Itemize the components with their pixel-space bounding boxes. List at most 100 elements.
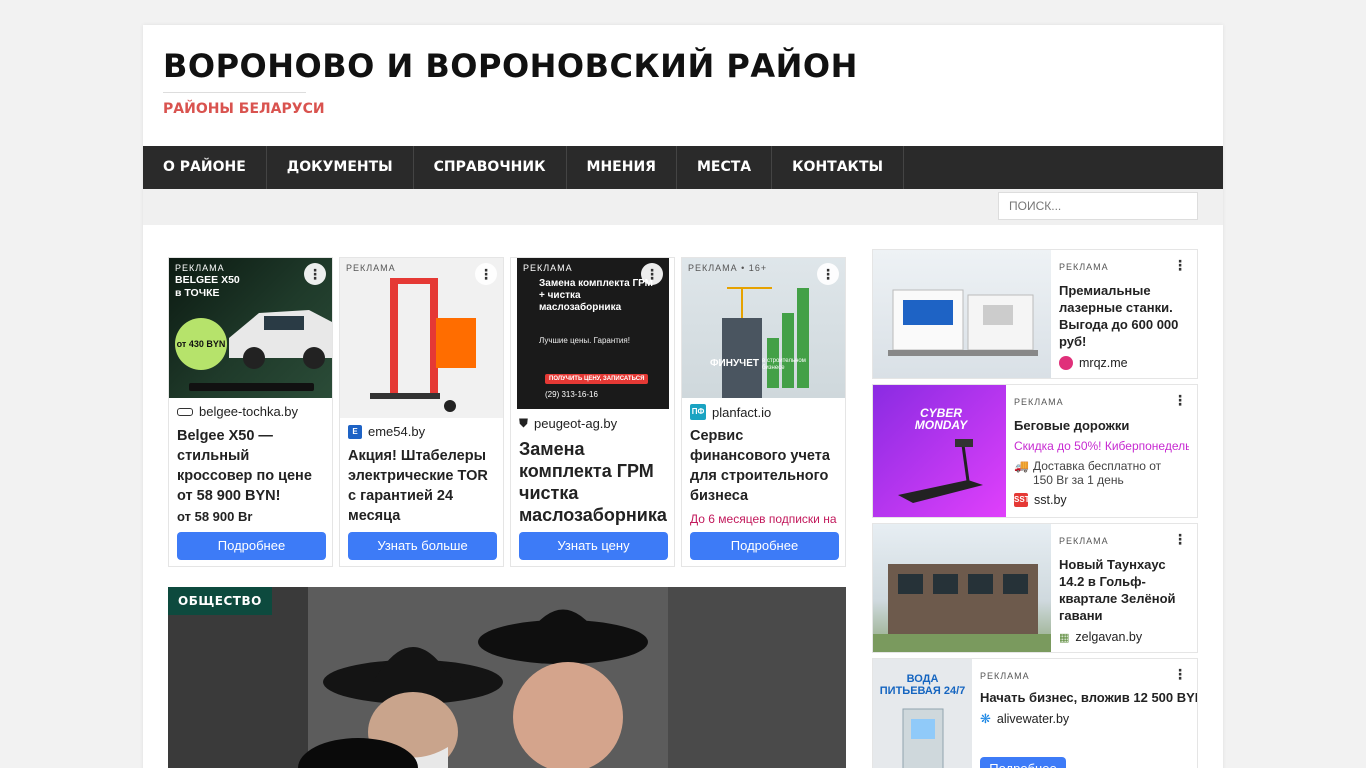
mrqz-logo-icon <box>1059 356 1073 370</box>
ad-domain-text: belgee-tochka.by <box>199 404 299 419</box>
nav-item-about[interactable]: О РАЙОНЕ <box>143 146 267 189</box>
side-ad-image[interactable]: ВОДА ПИТЬЕВАЯ 24/7 <box>873 659 972 768</box>
belgee-logo-icon <box>177 407 193 416</box>
side-ad-title[interactable]: Начать бизнес, вложив 12 500 BYN! <box>980 689 1197 706</box>
more-options-icon[interactable]: ⋮ <box>1169 528 1191 550</box>
featured-article[interactable]: ОБЩЕСТВО <box>168 587 846 768</box>
side-ad-domain[interactable]: ▦ zelgavan.by <box>1059 630 1142 644</box>
side-ad-domain-text: zelgavan.by <box>1075 630 1143 644</box>
ad-image[interactable]: РЕКЛАМА Замена комплекта ГРМ + чистка ма… <box>517 258 669 409</box>
side-ad-title[interactable]: Премиальные лазерные станки. Выгода до 6… <box>1059 282 1187 350</box>
ad-label: РЕКЛАМА <box>1014 397 1064 407</box>
side-ad-domain-text: mrqz.me <box>1079 356 1128 370</box>
more-options-icon[interactable]: ⋮ <box>1169 254 1191 276</box>
sst-logo-icon: SST <box>1014 493 1030 507</box>
side-ad-domain-text: alivewater.by <box>996 712 1070 726</box>
ad-title[interactable]: Belgee X50 — стильный кроссовер по цене … <box>177 426 326 506</box>
side-ad-domain[interactable]: ❋ alivewater.by <box>980 711 1069 727</box>
side-ad-cta-button[interactable]: Подробнее <box>980 757 1066 768</box>
more-options-icon[interactable]: ⋮ <box>1169 389 1191 411</box>
laser-machine-illustration <box>888 289 1038 356</box>
alivewater-logo-icon: ❋ <box>980 711 991 726</box>
nav-item-documents[interactable]: ДОКУМЕНТЫ <box>267 146 414 189</box>
main-nav: О РАЙОНЕ ДОКУМЕНТЫ СПРАВОЧНИК МНЕНИЯ МЕС… <box>143 146 1223 189</box>
side-ad[interactable]: РЕКЛАМА ⋮ Премиальные лазерные станки. В… <box>872 249 1198 379</box>
ad-label: РЕКЛАМА <box>1059 536 1109 546</box>
site-title[interactable]: ВОРОНОВО И ВОРОНОВСКИЙ РАЙОН <box>163 47 858 85</box>
search-bar <box>143 189 1223 225</box>
planfact-logo-icon: ПФ <box>690 404 706 420</box>
ad-note: До 6 месяцев подписки на <box>690 512 837 526</box>
ad-card[interactable]: РЕКЛАМА Замена комплекта ГРМ + чистка ма… <box>510 257 675 567</box>
more-options-icon[interactable]: ⋮ <box>475 263 497 285</box>
subtitle-divider <box>163 92 306 93</box>
ad-label: РЕКЛАМА • 16+ <box>688 263 768 273</box>
treadmill-illustration <box>898 439 983 503</box>
eme-logo-icon: E <box>348 424 362 439</box>
side-ad-delivery: 🚚 Доставка бесплатно от 150 Br за 1 день <box>1014 459 1164 487</box>
ad-label: РЕКЛАМА <box>980 671 1030 681</box>
ad-domain-text: eme54.by <box>368 424 426 439</box>
ad-domain[interactable]: E eme54.by <box>348 424 425 439</box>
ad-domain[interactable]: ⛊ peugeot-ag.by <box>519 416 617 431</box>
ad-title[interactable]: Акция! Штабелеры электрические TOR с гар… <box>348 446 497 526</box>
ad-domain-text: peugeot-ag.by <box>534 416 618 431</box>
truck-icon: 🚚 <box>1014 459 1029 473</box>
water-machine-illustration <box>902 708 944 768</box>
ad-card[interactable]: РЕКЛАМА • 16+ ФИНУЧЕТ в строительном биз… <box>681 257 846 567</box>
ad-label: РЕКЛАМА <box>346 263 396 273</box>
ad-domain-text: planfact.io <box>712 404 772 420</box>
ad-image[interactable]: РЕКЛАМА • 16+ ФИНУЧЕТ в строительном биз… <box>682 258 845 398</box>
site-subtitle[interactable]: РАЙОНЫ БЕЛАРУСИ <box>163 101 325 117</box>
side-ad-domain[interactable]: mrqz.me <box>1059 356 1128 370</box>
ad-domain[interactable]: ПФ planfact.io <box>690 404 771 420</box>
ad-image-subtext: в строительном бизнесе <box>762 358 806 371</box>
ad-cta-button[interactable]: Узнать цену <box>519 532 668 560</box>
ad-domain[interactable]: belgee-tochka.by <box>177 404 298 419</box>
side-ad[interactable]: РЕКЛАМА ⋮ Новый Таунхаус 14.2 в Гольф-кв… <box>872 523 1198 653</box>
ad-price: от 58 900 Br <box>177 509 253 524</box>
ad-card[interactable]: РЕКЛАМА BELGEE X50 в ТОЧКЕ от 430 BYN ⋮ … <box>168 257 333 567</box>
nav-item-directory[interactable]: СПРАВОЧНИК <box>414 146 567 189</box>
ad-image-cta: ПОЛУЧИТЬ ЦЕНУ, ЗАПИСАТЬСЯ <box>545 374 649 384</box>
nav-item-opinions[interactable]: МНЕНИЯ <box>567 146 677 189</box>
nav-item-contacts[interactable]: КОНТАКТЫ <box>772 146 905 189</box>
more-options-icon[interactable]: ⋮ <box>1169 663 1191 685</box>
ad-card[interactable]: РЕКЛАМА ⋮ E eme54.by Акция! Штабелеры эл… <box>339 257 504 567</box>
ad-image-headline: BELGEE X50 в ТОЧКЕ <box>175 274 240 299</box>
side-ad-delivery-text: Доставка бесплатно от 150 Br за 1 день <box>1032 459 1162 487</box>
ad-cta-button[interactable]: Подробнее <box>177 532 326 560</box>
ad-image[interactable]: РЕКЛАМА BELGEE X50 в ТОЧКЕ от 430 BYN ⋮ <box>169 258 332 398</box>
side-ad-image[interactable] <box>873 524 1051 652</box>
side-ad-promo: Скидка до 50%! Киберпонедельник <box>1014 439 1189 453</box>
more-options-icon[interactable]: ⋮ <box>641 263 663 285</box>
more-options-icon[interactable]: ⋮ <box>304 263 326 285</box>
more-options-icon[interactable]: ⋮ <box>817 263 839 285</box>
side-ad-domain[interactable]: SST sst.by <box>1014 493 1067 507</box>
ad-image-headline: Замена комплекта ГРМ + чистка маслозабор… <box>539 278 654 313</box>
ad-price-badge: от 430 BYN <box>175 318 227 370</box>
ad-image-phone: (29) 313-16-16 <box>545 390 598 399</box>
side-ad-image[interactable]: CYBER MONDAY <box>873 385 1006 517</box>
category-badge[interactable]: ОБЩЕСТВО <box>168 587 272 615</box>
ad-title[interactable]: Сервис финансового учета для строительно… <box>690 426 839 506</box>
ad-image-subtext: Лучшие цены. Гарантия! <box>539 336 630 345</box>
ad-image[interactable]: РЕКЛАМА ⋮ <box>340 258 503 418</box>
ad-title[interactable]: Замена комплекта ГРМ чистка маслозаборни… <box>519 438 668 526</box>
side-ad[interactable]: ВОДА ПИТЬЕВАЯ 24/7 РЕКЛАМА ⋮ Начать бизн… <box>872 658 1198 768</box>
zelgavan-logo-icon: ▦ <box>1059 631 1070 644</box>
side-ad-title[interactable]: Новый Таунхаус 14.2 в Гольф-квартале Зел… <box>1059 556 1187 624</box>
ad-label: РЕКЛАМА <box>1059 262 1109 272</box>
ad-cta-button[interactable]: Подробнее <box>690 532 839 560</box>
ad-cta-button[interactable]: Узнать больше <box>348 532 497 560</box>
nav-item-places[interactable]: МЕСТА <box>677 146 773 189</box>
side-ad-image[interactable] <box>873 250 1051 378</box>
side-ad-title[interactable]: Беговые дорожки <box>1014 417 1129 434</box>
shield-icon: ⛊ <box>519 416 529 430</box>
ad-image-headline: ФИНУЧЕТ <box>710 358 759 369</box>
search-input[interactable] <box>998 192 1198 220</box>
side-ad[interactable]: CYBER MONDAY РЕКЛАМА ⋮ Беговые дорожки С… <box>872 384 1198 518</box>
side-ad-domain-text: sst.by <box>1034 493 1067 507</box>
ad-label: РЕКЛАМА <box>175 263 225 273</box>
ad-label: РЕКЛАМА <box>523 263 573 273</box>
